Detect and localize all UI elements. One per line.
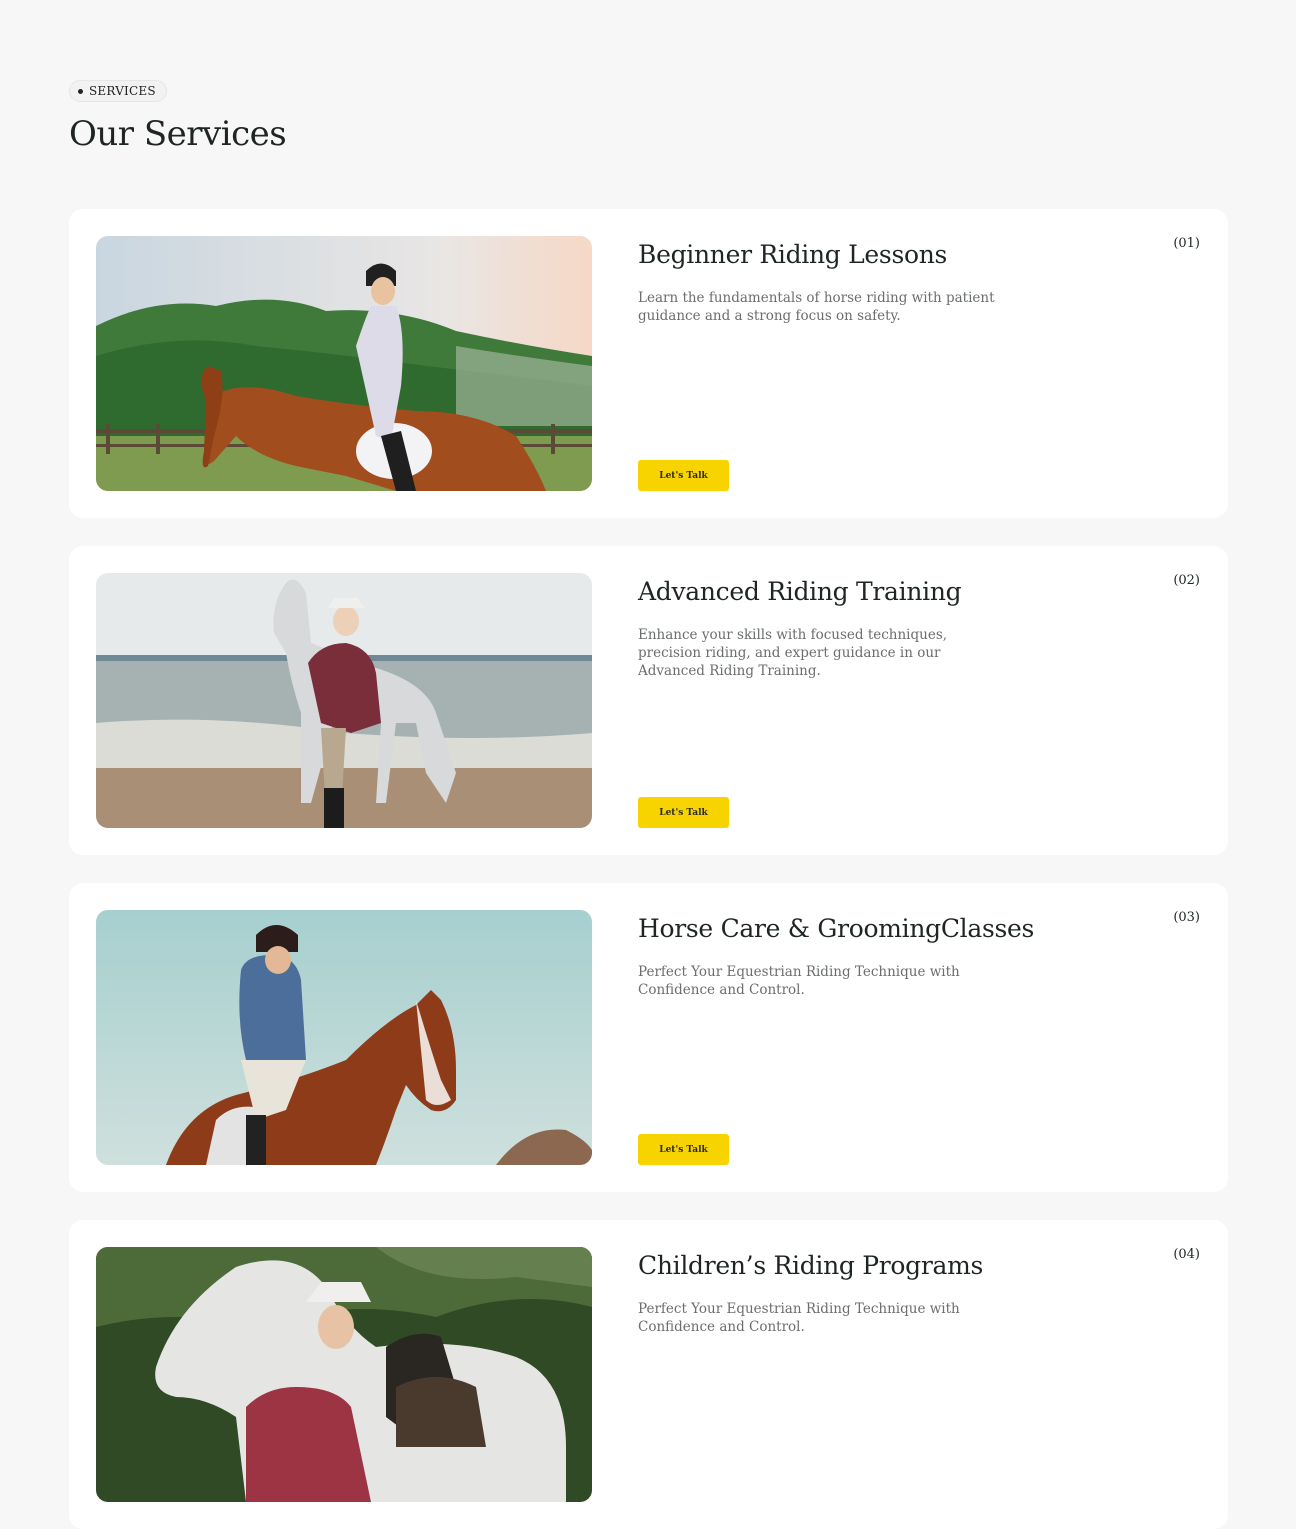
service-description: Learn the fundamentals of horse riding w… [638, 290, 995, 324]
service-photo-rider-on-bay-horse [96, 910, 592, 1165]
service-card-beginner: Beginner Riding Lessons Learn the fundam… [69, 209, 1228, 518]
page-title: Our Services [69, 114, 287, 154]
service-number: (03) [1173, 910, 1200, 925]
service-number: (02) [1173, 573, 1200, 588]
service-photo-rider-on-chestnut-horse [96, 236, 592, 491]
lets-talk-button[interactable]: Let's Talk [638, 460, 729, 491]
service-description: Perfect Your Equestrian Riding Technique… [638, 1301, 960, 1335]
service-card-horse-care: Horse Care & GroomingClasses Perfect You… [69, 883, 1228, 1192]
service-number: (04) [1173, 1247, 1200, 1262]
lets-talk-button[interactable]: Let's Talk [638, 797, 729, 828]
section-eyebrow-badge: SERVICES [69, 80, 167, 102]
service-card-children: Children’s Riding Programs Perfect Your … [69, 1220, 1228, 1529]
service-title: Children’s Riding Programs [638, 1251, 984, 1280]
service-description: Enhance your skills with focused techniq… [638, 627, 948, 679]
service-card-advanced: Advanced Riding Training Enhance your sk… [69, 546, 1228, 855]
service-description: Perfect Your Equestrian Riding Technique… [638, 964, 960, 998]
service-photo-woman-leading-grey-horse-on-beach [96, 573, 592, 828]
service-title: Beginner Riding Lessons [638, 240, 948, 269]
service-number: (01) [1173, 236, 1200, 251]
bullet-dot-icon [78, 88, 83, 94]
lets-talk-button[interactable]: Let's Talk [638, 1134, 729, 1165]
section-eyebrow-label: SERVICES [89, 84, 156, 98]
service-photo-woman-with-white-horse [96, 1247, 592, 1502]
service-title: Advanced Riding Training [638, 577, 962, 606]
service-title: Horse Care & GroomingClasses [638, 914, 1035, 943]
